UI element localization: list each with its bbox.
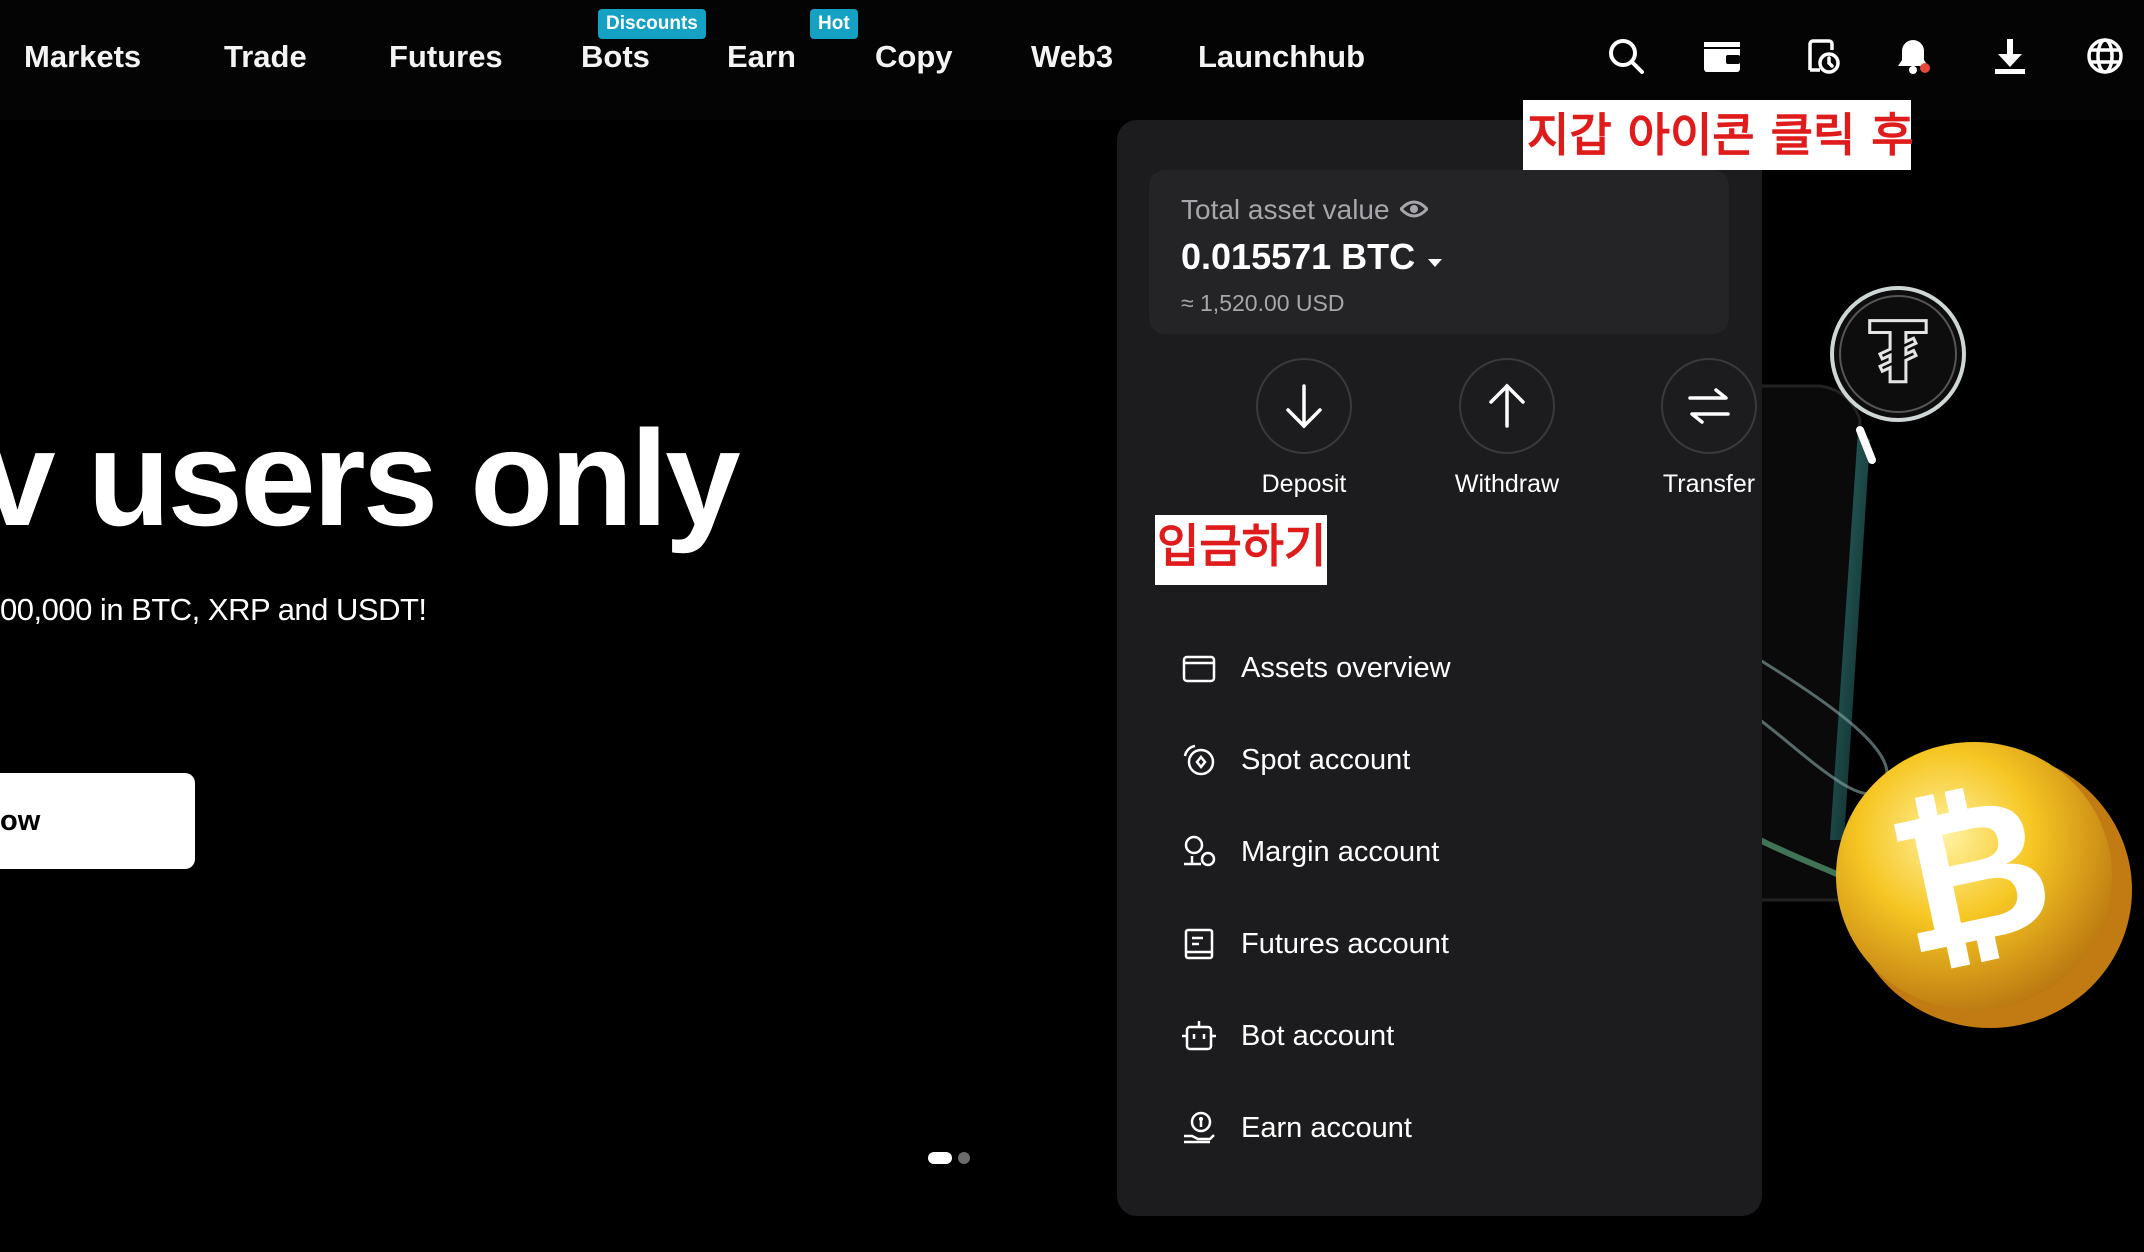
wallet-icon[interactable] bbox=[1700, 32, 1744, 80]
language-globe-icon[interactable] bbox=[2083, 32, 2127, 80]
hero-title: v users only bbox=[0, 402, 741, 554]
hero-cta-button[interactable]: ow bbox=[0, 773, 195, 869]
download-icon[interactable] bbox=[1988, 32, 2032, 80]
carousel-dot-2[interactable] bbox=[958, 1152, 970, 1164]
deposit-button[interactable]: Deposit bbox=[1239, 358, 1369, 499]
nav-copy[interactable]: Copy bbox=[875, 36, 953, 78]
menu-margin-account[interactable]: Margin account bbox=[1181, 822, 1439, 882]
menu-futures-account[interactable]: Futures account bbox=[1181, 914, 1449, 974]
hero-subtitle: 00,000 in BTC, XRP and USDT! bbox=[0, 592, 427, 627]
nav-futures[interactable]: Futures bbox=[389, 36, 503, 78]
caret-down-icon bbox=[1427, 236, 1443, 278]
menu-spot-account[interactable]: Spot account bbox=[1181, 730, 1410, 790]
transfer-arrows-icon bbox=[1661, 358, 1757, 454]
screen: Markets Trade Futures Bots Discounts Ear… bbox=[0, 0, 2144, 1252]
carousel-dot-1[interactable] bbox=[928, 1152, 952, 1164]
total-asset-card: Total asset value 0.015571 BTC ≈ 1,520.0… bbox=[1149, 170, 1729, 334]
nav-earn[interactable]: Earn bbox=[727, 36, 796, 78]
wallet-dropdown-panel: Total asset value 0.015571 BTC ≈ 1,520.0… bbox=[1117, 120, 1762, 1216]
copy-hot-badge: Hot bbox=[810, 9, 858, 39]
nav-markets[interactable]: Markets bbox=[24, 36, 141, 78]
nav-bots[interactable]: Bots bbox=[581, 36, 650, 78]
menu-earn-account[interactable]: Earn account bbox=[1181, 1098, 1412, 1158]
total-asset-label: Total asset value bbox=[1181, 194, 1429, 226]
margin-scale-icon bbox=[1184, 835, 1216, 867]
robot-icon bbox=[1182, 1021, 1216, 1051]
annotation-wallet-click: 지갑 아이콘 클릭 후 bbox=[1523, 100, 1914, 170]
carousel-dots bbox=[928, 1152, 970, 1164]
earn-hand-coin-icon bbox=[1184, 1111, 1215, 1144]
usd-equivalent: ≈ 1,520.00 USD bbox=[1181, 290, 1345, 316]
nav-trade[interactable]: Trade bbox=[224, 36, 307, 78]
svg-text:₮: ₮ bbox=[1869, 304, 1927, 402]
notification-bell-icon[interactable] bbox=[1891, 32, 1935, 80]
search-icon[interactable] bbox=[1604, 32, 1648, 80]
futures-document-icon bbox=[1184, 928, 1214, 960]
bots-discounts-badge: Discounts bbox=[598, 9, 706, 39]
crypto-coins-illustration: ₮ ₿ bbox=[1760, 286, 2132, 1028]
menu-assets-overview[interactable]: Assets overview bbox=[1181, 638, 1451, 698]
transfer-button[interactable]: Transfer bbox=[1644, 358, 1774, 499]
wallet-outline-icon bbox=[1182, 655, 1216, 683]
btc-balance[interactable]: 0.015571 BTC bbox=[1181, 236, 1443, 278]
order-history-icon[interactable] bbox=[1800, 32, 1844, 80]
withdraw-button[interactable]: Withdraw bbox=[1442, 358, 1572, 499]
annotation-deposit: 입금하기 bbox=[1155, 515, 1327, 585]
nav-launchhub[interactable]: Launchhub bbox=[1198, 36, 1365, 78]
arrow-down-icon bbox=[1256, 358, 1352, 454]
menu-bot-account[interactable]: Bot account bbox=[1181, 1006, 1394, 1066]
arrow-up-icon bbox=[1459, 358, 1555, 454]
spot-coin-icon bbox=[1183, 744, 1215, 776]
nav-web3[interactable]: Web3 bbox=[1031, 36, 1113, 78]
eye-visibility-icon[interactable] bbox=[1398, 194, 1429, 226]
